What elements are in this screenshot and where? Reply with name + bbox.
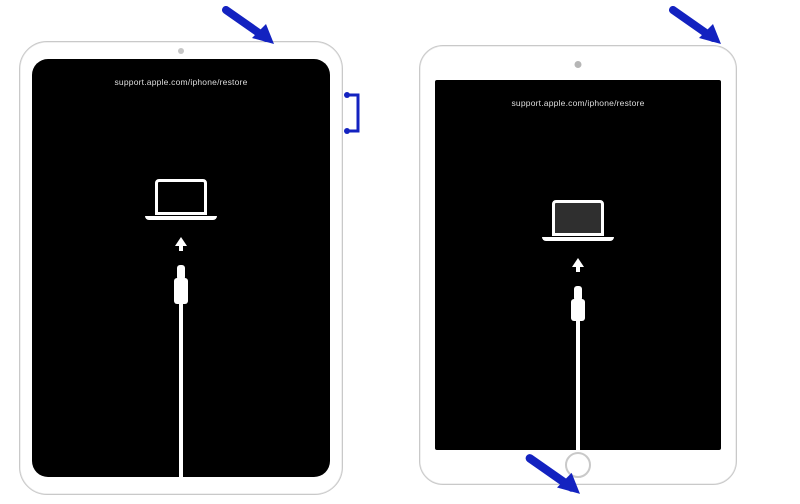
ipad-home-device: support.apple.com/iphone/restore	[419, 45, 737, 485]
camera-icon	[178, 48, 184, 54]
camera-icon	[575, 61, 582, 68]
cable-connector-icon	[574, 286, 582, 300]
ipad-pro-screen: support.apple.com/iphone/restore	[32, 59, 330, 477]
volume-buttons-bracket-icon	[344, 91, 364, 135]
arrow-up-icon	[175, 237, 187, 246]
arrow-up-icon	[572, 258, 584, 267]
cable-neck-icon	[174, 278, 188, 304]
cable-neck-icon	[571, 299, 585, 321]
recovery-url-text: support.apple.com/iphone/restore	[435, 98, 721, 108]
ipad-home-screen: support.apple.com/iphone/restore	[435, 80, 721, 450]
home-button-icon	[565, 452, 591, 478]
laptop-icon	[145, 179, 217, 220]
arrow-top-button-right-icon	[669, 4, 729, 48]
ipad-pro-device: support.apple.com/iphone/restore	[19, 41, 343, 495]
cable-connector-icon	[177, 265, 185, 279]
cable-cord-icon	[179, 303, 183, 477]
recovery-url-text: support.apple.com/iphone/restore	[32, 77, 330, 87]
laptop-icon	[542, 200, 614, 241]
cable-cord-icon	[576, 320, 580, 450]
diagram-stage: support.apple.com/iphone/restore support…	[0, 0, 800, 504]
